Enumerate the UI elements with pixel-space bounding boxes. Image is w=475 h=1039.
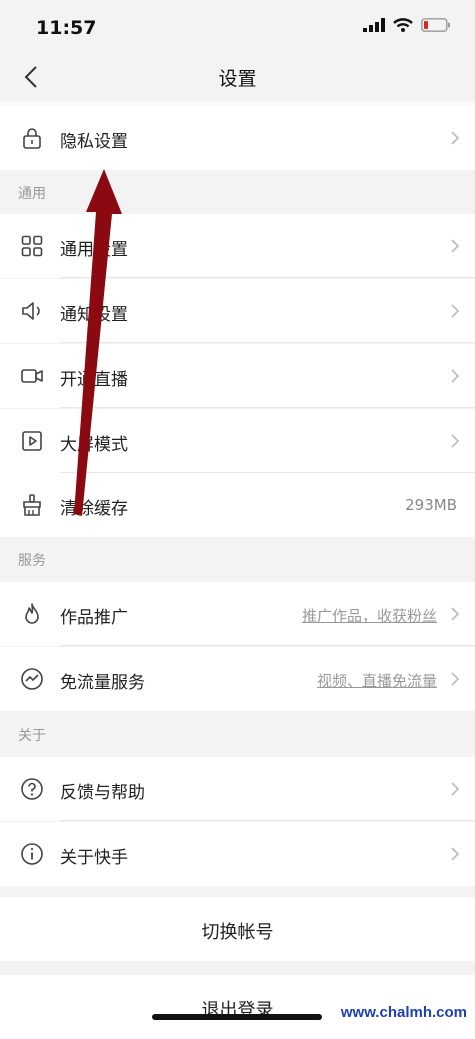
row-label: 开通直播 — [60, 370, 128, 390]
switch-account-label: 切换帐号 — [201, 922, 274, 943]
divider — [60, 820, 475, 821]
chevron-right-icon — [451, 304, 460, 318]
grid-icon — [21, 235, 43, 257]
play-square-icon — [22, 431, 42, 451]
divider — [60, 645, 475, 646]
page-title: 设置 — [218, 68, 257, 90]
row-about-app[interactable]: 关于快手 — [0, 822, 475, 886]
row-label: 通知设置 — [60, 305, 128, 325]
divider — [60, 342, 475, 343]
status-time: 11:57 — [36, 17, 97, 39]
battery-icon — [421, 18, 450, 32]
promotion-link[interactable]: 推广作品，收获粉丝 — [302, 605, 437, 626]
free-data-link[interactable]: 视频、直播免流量 — [317, 670, 437, 691]
divider — [60, 277, 475, 278]
row-general-settings[interactable]: 通用设置 — [0, 214, 475, 278]
video-camera-icon — [21, 369, 43, 383]
row-label: 反馈与帮助 — [60, 783, 145, 803]
watermark-text: www.chalmh.com — [340, 1004, 467, 1021]
row-clear-cache[interactable]: 清除缓存 293MB — [0, 473, 475, 537]
info-circle-icon — [21, 843, 43, 865]
trend-circle-icon — [21, 668, 43, 690]
row-privacy-settings[interactable]: 隐私设置 — [0, 106, 475, 170]
home-indicator — [152, 1014, 322, 1020]
nav-bar: 设置 — [0, 52, 475, 102]
row-label: 大屏模式 — [60, 435, 128, 455]
row-label: 关于快手 — [60, 848, 128, 868]
chevron-right-icon — [451, 131, 460, 145]
chevron-right-icon — [451, 239, 460, 253]
flame-icon — [25, 603, 39, 624]
status-bar: 11:57 — [0, 0, 475, 52]
cache-size-value: 293MB — [405, 496, 457, 514]
row-start-live[interactable]: 开通直播 — [0, 344, 475, 408]
row-label: 通用设置 — [60, 240, 128, 260]
question-circle-icon — [21, 778, 43, 800]
row-notification-settings[interactable]: 通知设置 — [0, 279, 475, 343]
chevron-right-icon — [451, 369, 460, 383]
chevron-right-icon — [451, 847, 460, 861]
switch-account-button[interactable]: 切换帐号 — [0, 897, 475, 961]
section-header-about: 关于 — [18, 728, 46, 744]
speaker-icon — [22, 302, 40, 320]
status-icons — [363, 18, 451, 32]
row-label: 隐私设置 — [60, 132, 128, 152]
divider — [60, 407, 475, 408]
row-content-promotion[interactable]: 作品推广 推广作品，收获粉丝 — [0, 582, 475, 646]
row-free-data-service[interactable]: 免流量服务 视频、直播免流量 — [0, 647, 475, 711]
section-header-general: 通用 — [18, 186, 46, 202]
chevron-right-icon — [451, 434, 460, 448]
signal-icon — [363, 18, 385, 32]
section-header-services: 服务 — [18, 553, 46, 569]
row-label: 作品推广 — [60, 608, 128, 628]
chevron-right-icon — [451, 782, 460, 796]
row-label: 免流量服务 — [60, 673, 145, 693]
row-feedback-help[interactable]: 反馈与帮助 — [0, 757, 475, 821]
wifi-icon — [393, 18, 413, 32]
chevron-right-icon — [451, 672, 460, 686]
row-large-screen-mode[interactable]: 大屏模式 — [0, 409, 475, 473]
lock-icon — [23, 128, 41, 149]
chevron-right-icon — [451, 607, 460, 621]
row-label: 清除缓存 — [60, 499, 128, 519]
broom-icon — [23, 494, 41, 516]
